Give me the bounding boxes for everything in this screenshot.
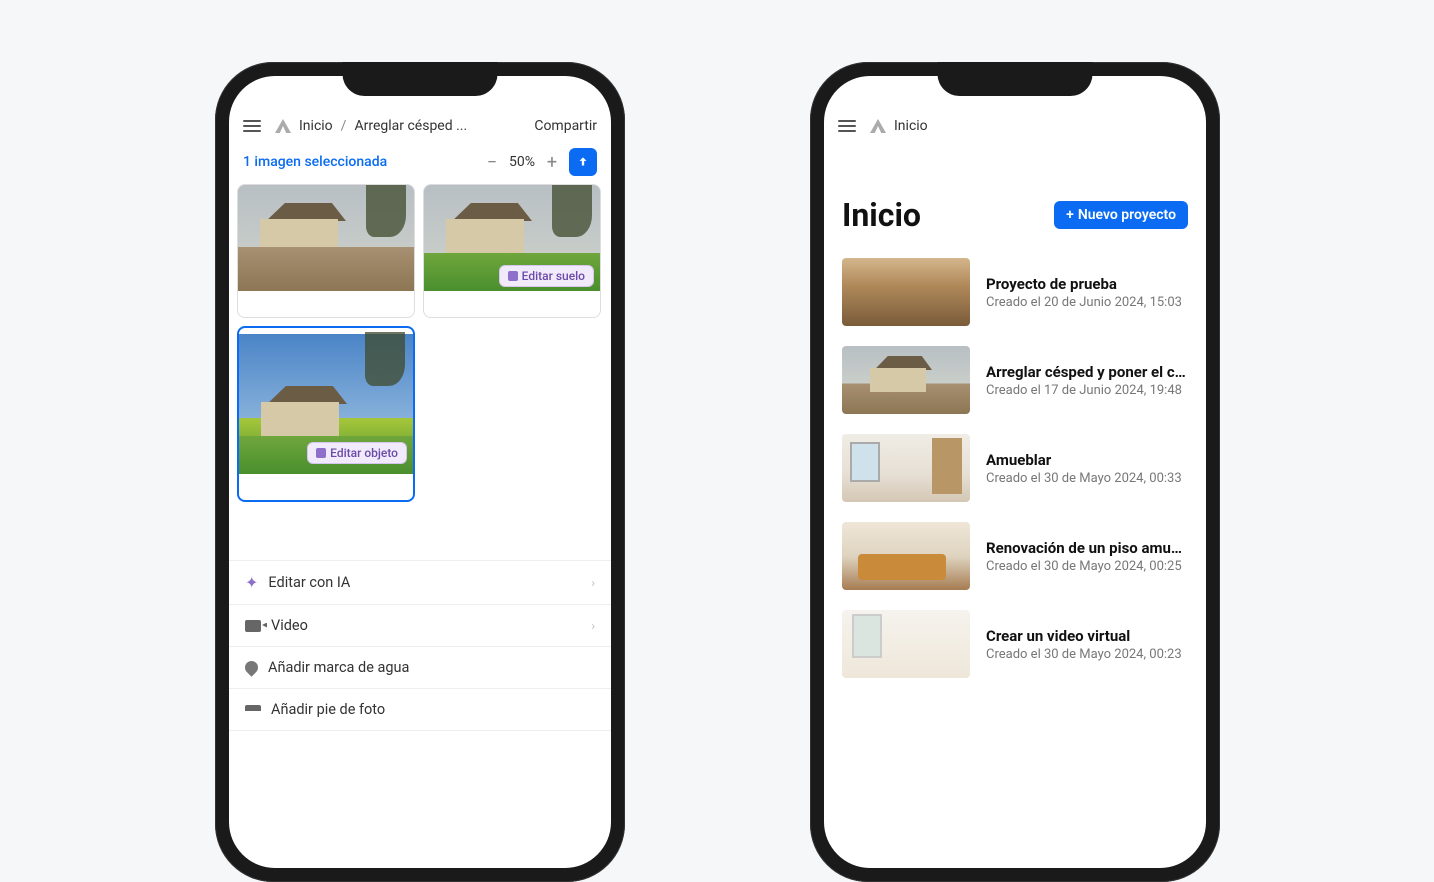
- video-icon: [245, 620, 261, 632]
- chevron-right-icon: ›: [591, 619, 595, 633]
- actions-panel: ✦ Editar con IA › Video › Añadir marca d…: [229, 560, 611, 731]
- project-thumbnail: [842, 610, 970, 678]
- badge-label: Editar suelo: [522, 269, 585, 283]
- droplet-icon: [242, 658, 260, 676]
- image-card[interactable]: Editar suelo: [423, 184, 601, 318]
- project-date: Creado el 30 de Mayo 2024, 00:33: [986, 471, 1188, 486]
- project-list: Proyecto de prueba Creado el 20 de Junio…: [824, 248, 1206, 688]
- menu-icon[interactable]: [243, 120, 261, 132]
- project-meta: Amueblar Creado el 30 de Mayo 2024, 00:3…: [986, 451, 1188, 486]
- zoom-out-button[interactable]: −: [483, 152, 501, 173]
- share-button[interactable]: Compartir: [534, 118, 597, 134]
- action-label: Video: [271, 617, 308, 634]
- project-meta: Proyecto de prueba Creado el 20 de Junio…: [986, 275, 1188, 310]
- image-card-selected[interactable]: Editar objeto: [237, 326, 415, 502]
- thumbnail: [238, 185, 414, 291]
- app-logo-icon: [275, 119, 291, 133]
- button-label: Nuevo proyecto: [1078, 207, 1176, 223]
- action-watermark[interactable]: Añadir marca de agua: [229, 647, 611, 689]
- image-card[interactable]: [237, 184, 415, 318]
- action-caption[interactable]: Añadir pie de foto: [229, 689, 611, 731]
- project-item[interactable]: Amueblar Creado el 30 de Mayo 2024, 00:3…: [824, 424, 1206, 512]
- chevron-right-icon: ›: [591, 576, 595, 590]
- action-video[interactable]: Video ›: [229, 605, 611, 647]
- project-item[interactable]: Proyecto de prueba Creado el 20 de Junio…: [824, 248, 1206, 336]
- zoom-value: 50%: [509, 154, 535, 170]
- project-item[interactable]: Renovación de un piso amueb.. Creado el …: [824, 512, 1206, 600]
- project-thumbnail: [842, 346, 970, 414]
- project-meta: Renovación de un piso amueb.. Creado el …: [986, 539, 1188, 574]
- project-title: Amueblar: [986, 451, 1188, 469]
- project-title: Arreglar césped y poner el cie..: [986, 363, 1188, 381]
- project-item[interactable]: Arreglar césped y poner el cie.. Creado …: [824, 336, 1206, 424]
- upload-icon: [576, 155, 590, 169]
- badge-label: Editar objeto: [330, 446, 398, 460]
- project-meta: Arreglar césped y poner el cie.. Creado …: [986, 363, 1188, 398]
- edit-badge[interactable]: Editar suelo: [499, 265, 594, 287]
- new-project-button[interactable]: + Nuevo proyecto: [1054, 201, 1188, 229]
- breadcrumb-home[interactable]: Inicio: [894, 118, 928, 134]
- project-thumbnail: [842, 258, 970, 326]
- screen-right: Inicio Inicio + Nuevo proyecto Proyecto …: [824, 76, 1206, 868]
- selection-count: 1 imagen seleccionada: [243, 154, 475, 170]
- project-thumbnail: [842, 434, 970, 502]
- sparkle-icon: ✦: [245, 573, 258, 592]
- project-date: Creado el 30 de Mayo 2024, 00:25: [986, 559, 1188, 574]
- project-title: Proyecto de prueba: [986, 275, 1188, 293]
- page-title: Inicio: [842, 196, 921, 234]
- project-title: Crear un video virtual: [986, 627, 1188, 645]
- top-bar: Inicio: [824, 112, 1206, 140]
- hero: Inicio + Nuevo proyecto: [824, 140, 1206, 248]
- image-grid: Editar suelo Editar objeto: [229, 184, 611, 502]
- project-date: Creado el 20 de Junio 2024, 15:03: [986, 295, 1188, 310]
- menu-icon[interactable]: [838, 120, 856, 132]
- zoom-in-button[interactable]: +: [543, 152, 561, 173]
- top-bar: Inicio / Arreglar césped ... Compartir: [229, 112, 611, 140]
- breadcrumb-current[interactable]: Arreglar césped ...: [354, 118, 467, 134]
- project-date: Creado el 17 de Junio 2024, 19:48: [986, 383, 1188, 398]
- notch: [343, 62, 498, 96]
- project-item[interactable]: Crear un video virtual Creado el 30 de M…: [824, 600, 1206, 688]
- sparkle-icon: [508, 271, 518, 281]
- phone-right: Inicio Inicio + Nuevo proyecto Proyecto …: [810, 62, 1220, 882]
- sparkle-icon: [316, 448, 326, 458]
- project-meta: Crear un video virtual Creado el 30 de M…: [986, 627, 1188, 662]
- toolbar: 1 imagen seleccionada − 50% +: [229, 140, 611, 184]
- notch: [938, 62, 1093, 96]
- action-label: Añadir marca de agua: [268, 659, 409, 676]
- edit-badge[interactable]: Editar objeto: [307, 442, 407, 464]
- project-date: Creado el 30 de Mayo 2024, 00:23: [986, 647, 1188, 662]
- breadcrumb-home[interactable]: Inicio: [299, 118, 333, 134]
- plus-icon: +: [1066, 207, 1074, 223]
- upload-button[interactable]: [569, 148, 597, 176]
- phone-left: Inicio / Arreglar césped ... Compartir 1…: [215, 62, 625, 882]
- project-thumbnail: [842, 522, 970, 590]
- action-label: Editar con IA: [268, 574, 350, 591]
- screen-left: Inicio / Arreglar césped ... Compartir 1…: [229, 76, 611, 868]
- app-logo-icon: [870, 119, 886, 133]
- action-edit-ai[interactable]: ✦ Editar con IA ›: [229, 561, 611, 605]
- breadcrumb-separator: /: [341, 118, 347, 134]
- project-title: Renovación de un piso amueb..: [986, 539, 1188, 557]
